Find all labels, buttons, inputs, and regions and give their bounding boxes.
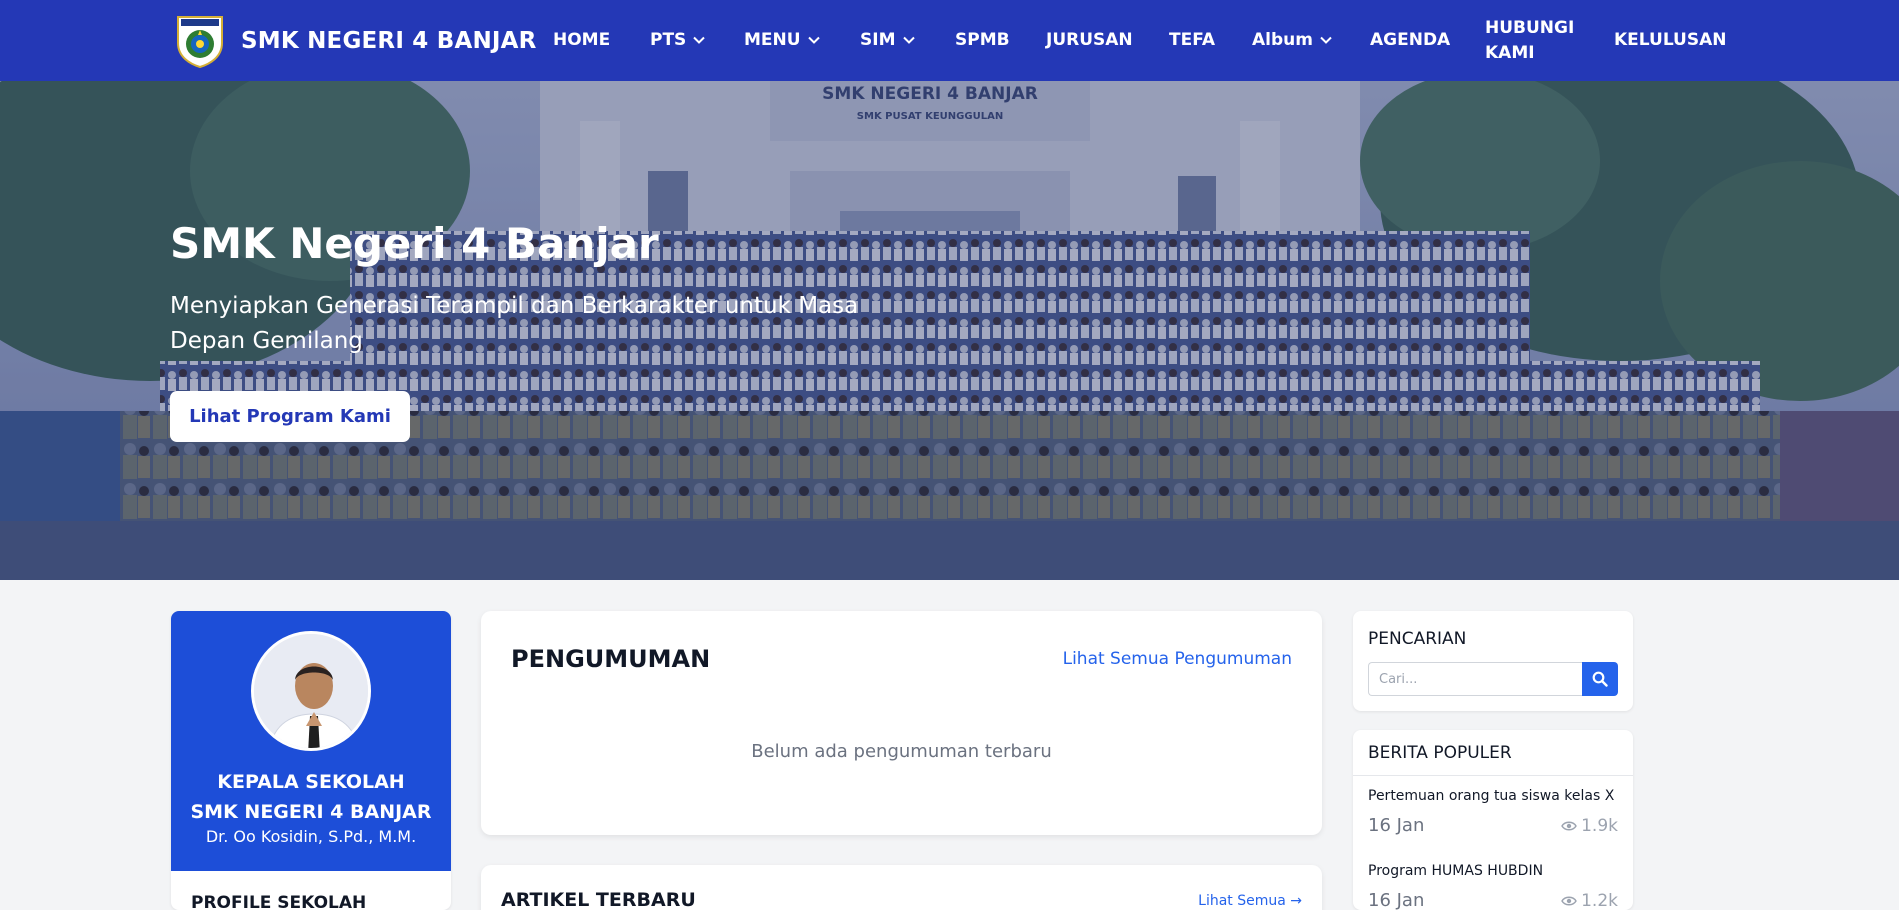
popular-news-item-title: Program HUMAS HUBDIN bbox=[1368, 863, 1544, 879]
brand-name: SMK NEGERI 4 BANJAR bbox=[241, 28, 537, 54]
nav-menu-label: MENU bbox=[744, 30, 801, 50]
nav-jurusan[interactable]: JURUSAN bbox=[1046, 30, 1133, 50]
eye-icon bbox=[1561, 821, 1577, 831]
nav-sim-label: SIM bbox=[860, 30, 896, 50]
nav-menu[interactable]: MENU bbox=[744, 30, 821, 50]
popular-news-title: BERITA POPULER bbox=[1368, 743, 1512, 763]
announcements-card: PENGUMUMAN Lihat Semua Pengumuman Belum … bbox=[481, 611, 1322, 835]
popular-news-card: BERITA POPULER Pertemuan orang tua siswa… bbox=[1353, 730, 1633, 910]
principal-avatar bbox=[251, 631, 371, 751]
search-input[interactable] bbox=[1368, 662, 1582, 696]
chevron-down-icon bbox=[902, 36, 915, 44]
nav-album[interactable]: Album bbox=[1252, 30, 1333, 50]
view-programs-button[interactable]: Lihat Program Kami bbox=[170, 391, 410, 442]
nav-sim[interactable]: SIM bbox=[860, 30, 916, 50]
nav-spmb-label: SPMB bbox=[955, 30, 1010, 50]
nav-tefa[interactable]: TEFA bbox=[1169, 30, 1215, 50]
principal-card: KEPALA SEKOLAH SMK NEGERI 4 BANJAR Dr. O… bbox=[171, 611, 451, 910]
popular-news-item-views: 1.2k bbox=[1561, 891, 1618, 910]
school-logo-icon bbox=[177, 16, 223, 69]
principal-header: KEPALA SEKOLAH SMK NEGERI 4 BANJAR Dr. O… bbox=[171, 611, 451, 871]
nav-pts[interactable]: PTS bbox=[650, 30, 706, 50]
search-icon bbox=[1592, 671, 1608, 687]
nav-spmb[interactable]: SPMB bbox=[955, 30, 1010, 50]
chevron-down-icon bbox=[693, 36, 706, 44]
chevron-down-icon bbox=[807, 36, 820, 44]
announcements-title: PENGUMUMAN bbox=[511, 645, 711, 673]
top-navbar: SMK NEGERI 4 BANJAR HOME PTS MENU SIM SP… bbox=[0, 0, 1899, 81]
popular-news-item-title: Pertemuan orang tua siswa kelas X bbox=[1368, 788, 1615, 804]
nav-hubungi-line1: HUBUNGI bbox=[1485, 18, 1575, 38]
popular-news-item-date: 16 Jan bbox=[1368, 890, 1425, 910]
latest-articles-title: ARTIKEL TERBARU bbox=[501, 889, 696, 910]
school-profile-heading: PROFILE SEKOLAH bbox=[191, 893, 367, 910]
divider bbox=[1353, 775, 1633, 776]
nav-home-label: HOME bbox=[553, 30, 611, 50]
view-all-announcements-link[interactable]: Lihat Semua Pengumuman bbox=[1063, 649, 1292, 669]
chevron-down-icon bbox=[1320, 36, 1332, 44]
principal-role-line1: KEPALA SEKOLAH bbox=[217, 771, 405, 793]
nav-pts-label: PTS bbox=[650, 30, 687, 50]
nav-hubungi-kami[interactable]: HUBUNGI KAMI bbox=[1485, 16, 1574, 66]
popular-news-item[interactable]: Program HUMAS HUBDIN 16 Jan 1.2k bbox=[1353, 863, 1633, 910]
eye-icon bbox=[1561, 896, 1577, 906]
nav-album-label: Album bbox=[1252, 30, 1313, 50]
latest-articles-card: ARTIKEL TERBARU Lihat Semua → bbox=[481, 865, 1322, 910]
nav-hubungi-line2: KAMI bbox=[1485, 43, 1535, 63]
popular-news-item-date: 16 Jan bbox=[1368, 815, 1425, 836]
search-button[interactable] bbox=[1582, 662, 1618, 696]
nav-agenda-label: AGENDA bbox=[1370, 30, 1451, 50]
principal-name: Dr. Oo Kosidin, S.Pd., M.M. bbox=[205, 827, 417, 846]
nav-agenda[interactable]: AGENDA bbox=[1370, 30, 1450, 50]
popular-news-item-view-count: 1.2k bbox=[1581, 891, 1618, 910]
nav-home[interactable]: HOME bbox=[553, 30, 610, 50]
principal-photo-icon bbox=[254, 634, 368, 748]
hero-banner: SMK NEGERI 4 BANJAR SMK PUSAT KEUNGGULAN… bbox=[0, 81, 1899, 580]
popular-news-item-view-count: 1.9k bbox=[1581, 816, 1618, 836]
search-title: PENCARIAN bbox=[1368, 629, 1467, 649]
hero-title: SMK Negeri 4 Banjar bbox=[170, 219, 659, 268]
view-all-articles-link[interactable]: Lihat Semua → bbox=[1198, 893, 1302, 909]
search-card: PENCARIAN bbox=[1353, 611, 1633, 711]
hero-subtitle: Menyiapkan Generasi Terampil dan Berkara… bbox=[170, 293, 859, 354]
brand-home-link[interactable]: SMK NEGERI 4 BANJAR bbox=[172, 12, 537, 70]
nav-kelulusan-label: KELULUSAN bbox=[1614, 30, 1727, 50]
popular-news-item-views: 1.9k bbox=[1561, 816, 1618, 836]
principal-role: KEPALA SEKOLAH SMK NEGERI 4 BANJAR bbox=[171, 767, 451, 827]
principal-role-line2: SMK NEGERI 4 BANJAR bbox=[190, 801, 432, 823]
nav-kelulusan[interactable]: KELULUSAN bbox=[1614, 30, 1726, 50]
nav-tefa-label: TEFA bbox=[1169, 30, 1216, 50]
nav-jurusan-label: JURUSAN bbox=[1046, 30, 1133, 50]
announcements-empty-message: Belum ada pengumuman terbaru bbox=[751, 741, 1052, 762]
popular-news-item[interactable]: Pertemuan orang tua siswa kelas X 16 Jan… bbox=[1353, 788, 1633, 863]
